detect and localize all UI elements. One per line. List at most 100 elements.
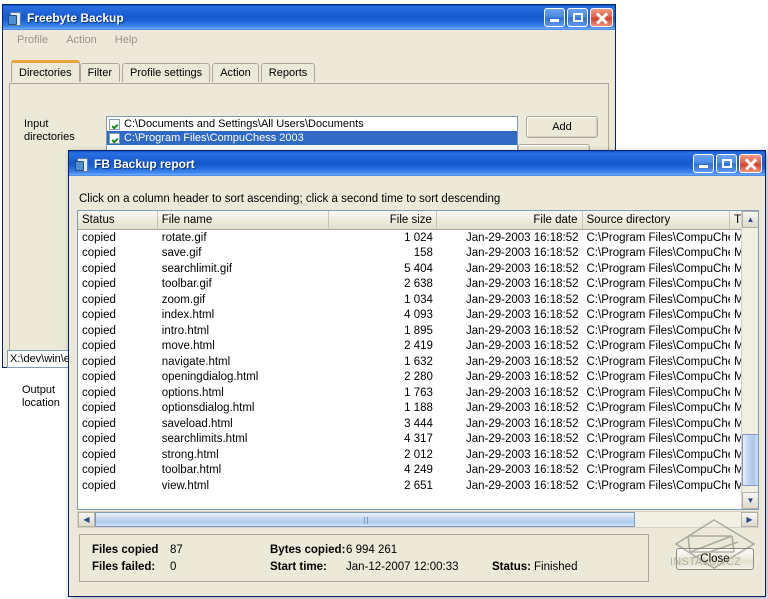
table-row[interactable]: copiedrotate.gif1 024Jan-29-2003 16:18:5… bbox=[78, 230, 758, 246]
list-item[interactable]: C:\Documents and Settings\All Users\Docu… bbox=[107, 117, 517, 131]
app-icon bbox=[7, 10, 23, 26]
main-window-titlebar[interactable]: Freebyte Backup bbox=[3, 5, 615, 30]
cell-source: C:\Program Files\CompuChess 2... bbox=[583, 464, 731, 476]
cell-source: C:\Program Files\CompuChess 2... bbox=[583, 325, 731, 337]
table-row[interactable]: copiedtoolbar.html4 249Jan-29-2003 16:18… bbox=[78, 463, 758, 479]
list-item[interactable]: C:\Program Files\CompuChess 2003 bbox=[107, 131, 517, 145]
maximize-button[interactable] bbox=[567, 8, 588, 27]
cell-size: 1 024 bbox=[329, 232, 437, 244]
cell-size: 4 249 bbox=[329, 464, 437, 476]
table-row[interactable]: copiedsave.gif158Jan-29-2003 16:18:52C:\… bbox=[78, 246, 758, 262]
column-header-status[interactable]: Status bbox=[78, 211, 158, 229]
table-row[interactable]: copiednavigate.html1 632Jan-29-2003 16:1… bbox=[78, 354, 758, 370]
scroll-up-arrow-icon[interactable]: ▲ bbox=[742, 211, 759, 228]
cell-source: C:\Program Files\CompuChess 2... bbox=[583, 340, 731, 352]
column-header-source-directory[interactable]: Source directory bbox=[583, 211, 731, 229]
cell-name: searchlimits.html bbox=[158, 433, 329, 445]
table-row[interactable]: copiedindex.html4 093Jan-29-2003 16:18:5… bbox=[78, 308, 758, 324]
horizontal-scroll-track[interactable] bbox=[95, 512, 741, 527]
cell-size: 1 632 bbox=[329, 356, 437, 368]
close-button[interactable] bbox=[590, 8, 613, 27]
table-row[interactable]: copiedzoom.gif1 034Jan-29-2003 16:18:52C… bbox=[78, 292, 758, 308]
backup-report-dialog: FB Backup report Click on a column heade… bbox=[68, 150, 766, 597]
cell-status: copied bbox=[78, 263, 158, 275]
cell-date: Jan-29-2003 16:18:52 bbox=[437, 371, 583, 383]
vertical-scroll-thumb[interactable] bbox=[742, 434, 759, 486]
scroll-right-arrow-icon[interactable]: ▶ bbox=[741, 512, 758, 527]
column-header-file-date[interactable]: File date bbox=[437, 211, 583, 229]
cell-name: navigate.html bbox=[158, 356, 329, 368]
tab-profile-settings[interactable]: Profile settings bbox=[122, 63, 210, 82]
cell-size: 4 093 bbox=[329, 309, 437, 321]
main-window-title: Freebyte Backup bbox=[27, 11, 544, 25]
cell-name: saveload.html bbox=[158, 418, 329, 430]
cell-date: Jan-29-2003 16:18:52 bbox=[437, 402, 583, 414]
cell-name: zoom.gif bbox=[158, 294, 329, 306]
cell-size: 3 444 bbox=[329, 418, 437, 430]
vertical-scrollbar[interactable]: ▲ ▼ bbox=[741, 211, 758, 509]
directory-path: C:\Program Files\CompuChess 2003 bbox=[124, 132, 304, 144]
app-icon bbox=[74, 156, 90, 172]
close-button[interactable] bbox=[739, 154, 762, 173]
dialog-titlebar[interactable]: FB Backup report bbox=[69, 151, 765, 176]
checkbox-icon[interactable] bbox=[109, 133, 120, 144]
table-row[interactable]: copiedoptions.html1 763Jan-29-2003 16:18… bbox=[78, 385, 758, 401]
output-location-label: Output location bbox=[22, 384, 74, 410]
cell-size: 158 bbox=[329, 247, 437, 259]
tabstrip: Directories Filter Profile settings Acti… bbox=[3, 60, 615, 82]
menu-item-help[interactable]: Help bbox=[107, 32, 146, 48]
cell-size: 2 638 bbox=[329, 278, 437, 290]
cell-name: optionsdialog.html bbox=[158, 402, 329, 414]
cell-source: C:\Program Files\CompuChess 2... bbox=[583, 402, 731, 414]
cell-size: 2 012 bbox=[329, 449, 437, 461]
cell-name: toolbar.html bbox=[158, 464, 329, 476]
tab-reports[interactable]: Reports bbox=[261, 63, 316, 82]
close-report-button[interactable]: Close bbox=[676, 548, 754, 570]
menu-item-profile[interactable]: Profile bbox=[9, 32, 56, 48]
menu-item-action[interactable]: Action bbox=[58, 32, 105, 48]
horizontal-scrollbar[interactable]: ◀ ▶ bbox=[77, 511, 759, 528]
dialog-title: FB Backup report bbox=[94, 157, 693, 171]
cell-source: C:\Program Files\CompuChess 2... bbox=[583, 232, 731, 244]
cell-status: copied bbox=[78, 340, 158, 352]
table-row[interactable]: copiedmove.html2 419Jan-29-2003 16:18:52… bbox=[78, 339, 758, 355]
table-row[interactable]: copiedsaveload.html3 444Jan-29-2003 16:1… bbox=[78, 416, 758, 432]
output-location-input[interactable]: X:\dev\win\e bbox=[7, 350, 71, 368]
checkbox-icon[interactable] bbox=[109, 119, 120, 130]
horizontal-scroll-thumb[interactable] bbox=[95, 512, 635, 527]
tab-action[interactable]: Action bbox=[212, 63, 259, 82]
table-row[interactable]: copiedsearchlimits.html4 317Jan-29-2003 … bbox=[78, 432, 758, 448]
maximize-button[interactable] bbox=[716, 154, 737, 173]
summary-panel: Files copied 87 Bytes copied: 6 994 261 … bbox=[79, 534, 649, 582]
scroll-left-arrow-icon[interactable]: ◀ bbox=[78, 512, 95, 527]
table-row[interactable]: copiedoptionsdialog.html1 188Jan-29-2003… bbox=[78, 401, 758, 417]
cell-size: 2 419 bbox=[329, 340, 437, 352]
minimize-button[interactable] bbox=[693, 154, 714, 173]
cell-name: searchlimit.gif bbox=[158, 263, 329, 275]
directory-path: C:\Documents and Settings\All Users\Docu… bbox=[124, 118, 364, 130]
tab-directories[interactable]: Directories bbox=[11, 60, 80, 82]
start-time-label: Start time: bbox=[270, 561, 346, 573]
cell-source: C:\Program Files\CompuChess 2... bbox=[583, 247, 731, 259]
cell-size: 1 188 bbox=[329, 402, 437, 414]
table-row[interactable]: copiedintro.html1 895Jan-29-2003 16:18:5… bbox=[78, 323, 758, 339]
scroll-down-arrow-icon[interactable]: ▼ bbox=[742, 492, 759, 509]
minimize-button[interactable] bbox=[544, 8, 565, 27]
table-row[interactable]: copiedstrong.html2 012Jan-29-2003 16:18:… bbox=[78, 447, 758, 463]
cell-status: copied bbox=[78, 309, 158, 321]
cell-source: C:\Program Files\CompuChess 2... bbox=[583, 387, 731, 399]
cell-date: Jan-29-2003 16:18:52 bbox=[437, 356, 583, 368]
table-body: copied rotate.gif1 024 Jan-29-2003 16:18:5… bbox=[78, 230, 758, 492]
column-header-file-size[interactable]: File size bbox=[329, 211, 437, 229]
column-header-file-name[interactable]: File name bbox=[158, 211, 329, 229]
table-row[interactable]: copiedtoolbar.gif2 638Jan-29-2003 16:18:… bbox=[78, 277, 758, 293]
add-directory-button[interactable]: Add bbox=[526, 116, 598, 138]
table-row[interactable]: copiedsearchlimit.gif5 404Jan-29-2003 16… bbox=[78, 261, 758, 277]
table-row[interactable]: copiedview.html2 651Jan-29-2003 16:18:52… bbox=[78, 478, 758, 492]
tab-filter[interactable]: Filter bbox=[80, 63, 120, 82]
cell-source: C:\Program Files\CompuChess 2... bbox=[583, 480, 731, 492]
cell-name: rotate.gif bbox=[158, 232, 329, 244]
table-row[interactable]: copiedopeningdialog.html2 280Jan-29-2003… bbox=[78, 370, 758, 386]
cell-date: Jan-29-2003 16:18:52 bbox=[437, 387, 583, 399]
cell-status: copied bbox=[78, 418, 158, 430]
